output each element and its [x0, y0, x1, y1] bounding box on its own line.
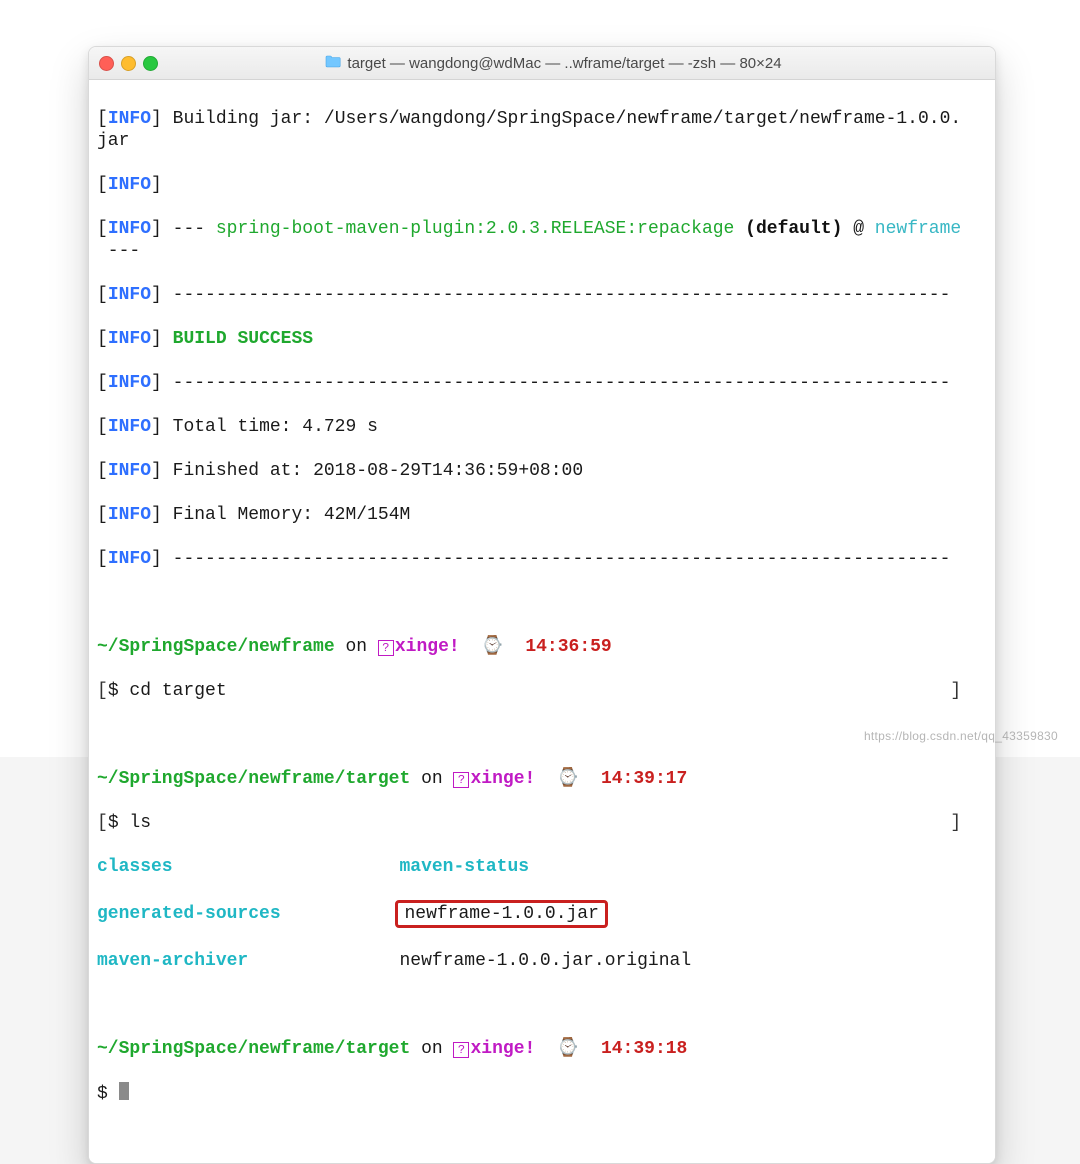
title-bar[interactable]: target — wangdong@wdMac — ..wframe/targe…: [89, 47, 995, 80]
command-text: cd target: [129, 681, 226, 701]
maven-line: [INFO] Total time: 4.729 s: [97, 416, 987, 438]
watermark-text: https://blog.csdn.net/qq_43359830: [864, 729, 1058, 743]
prompt-line: ~/SpringSpace/newframe on ?xinge! ⌚ 14:3…: [97, 636, 987, 658]
maven-line: [INFO] ---------------------------------…: [97, 284, 987, 306]
branch-icon: ?: [453, 1042, 469, 1058]
branch-icon: ?: [378, 640, 394, 656]
ls-row: generated-sources newframe-1.0.0.jar: [97, 900, 987, 928]
cursor-icon: [119, 1082, 129, 1100]
blank-line: [97, 592, 987, 614]
highlighted-jar: newframe-1.0.0.jar: [395, 900, 607, 928]
terminal-window: target — wangdong@wdMac — ..wframe/targe…: [88, 46, 996, 1164]
watch-icon: ⌚: [557, 769, 579, 789]
maven-line: [INFO] --- spring-boot-maven-plugin:2.0.…: [97, 218, 987, 262]
dir-entry: maven-archiver: [97, 951, 248, 971]
dir-entry: classes: [97, 857, 173, 877]
maven-line: [INFO] Finished at: 2018-08-29T14:36:59+…: [97, 460, 987, 482]
command-line: [$ ls ]: [97, 812, 987, 834]
window-title-text: target — wangdong@wdMac — ..wframe/targe…: [347, 55, 781, 72]
branch-icon: ?: [453, 772, 469, 788]
ls-row: classes maven-status: [97, 856, 987, 878]
maven-line: [INFO]: [97, 174, 987, 196]
folder-icon: [325, 55, 341, 72]
maven-line: [INFO] ---------------------------------…: [97, 548, 987, 570]
maven-line: [INFO] Final Memory: 42M/154M: [97, 504, 987, 526]
dir-entry: generated-sources: [97, 904, 281, 924]
maven-line-success: [INFO] BUILD SUCCESS: [97, 328, 987, 350]
window-title: target — wangdong@wdMac — ..wframe/targe…: [122, 55, 985, 72]
command-line: [$ cd target ]: [97, 680, 987, 702]
maven-line: [INFO] Building jar: /Users/wangdong/Spr…: [97, 108, 987, 152]
blank-line: [97, 994, 987, 1016]
file-entry: newframe-1.0.0.jar.original: [399, 951, 691, 971]
prompt-line: ~/SpringSpace/newframe/target on ?xinge!…: [97, 1038, 987, 1060]
prompt-line: ~/SpringSpace/newframe/target on ?xinge!…: [97, 768, 987, 790]
command-line[interactable]: $: [97, 1082, 987, 1105]
dir-entry: maven-status: [399, 857, 529, 877]
watch-icon: ⌚: [557, 1039, 579, 1059]
ls-row: maven-archiver newframe-1.0.0.jar.origin…: [97, 950, 987, 972]
watch-icon: ⌚: [481, 637, 503, 657]
maven-line: [INFO] ---------------------------------…: [97, 372, 987, 394]
blank-line: [97, 724, 987, 746]
command-text: ls: [129, 813, 151, 833]
close-icon[interactable]: [99, 56, 114, 71]
terminal-content[interactable]: [INFO] Building jar: /Users/wangdong/Spr…: [89, 80, 995, 1163]
